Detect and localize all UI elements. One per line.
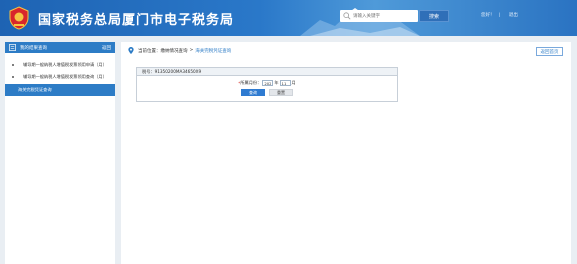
date-row: * 所属月份 ： 年 月 — [137, 80, 397, 86]
breadcrumb-prefix: 当前位置： — [138, 48, 161, 54]
search-icon — [343, 12, 351, 20]
date-label: 所属月份 — [240, 80, 258, 85]
tax-id-label: 税号：91350200MA34650X9 — [137, 68, 397, 76]
location-pin-icon — [128, 47, 134, 54]
bullet-icon — [12, 76, 14, 78]
exit-link[interactable]: 退出 — [509, 13, 518, 18]
back-home-button[interactable]: 返回首页 — [536, 47, 563, 56]
sidebar-item-label: 海关完税凭证查询 — [18, 87, 52, 92]
sidebar: 我的结果查询 返回 辅导期一般纳税人增值税发票领用申请（月） 辅导期一般纳税人增… — [5, 42, 115, 264]
query-button[interactable]: 查询 — [241, 89, 265, 96]
year-unit: 年 — [274, 80, 279, 85]
main-content: 当前位置： 缴纳情况查询 > 海关完税凭证查询 返回首页 税号：91350200… — [121, 42, 571, 264]
query-panel: 税号：91350200MA34650X9 * 所属月份 ： 年 月 查询 重置 — [136, 67, 398, 102]
sidebar-header: 我的结果查询 返回 — [5, 42, 115, 53]
sidebar-item-customs-tax-certificate[interactable]: 海关完税凭证查询 — [5, 84, 115, 96]
breadcrumb-current: 海关完税凭证查询 — [195, 48, 232, 54]
button-row: 查询 重置 — [137, 89, 397, 96]
breadcrumb-parent[interactable]: 缴纳情况查询 — [161, 48, 188, 54]
top-header: 国家税务总局厦门市电子税务局 搜索 您好！ | 退出 — [0, 0, 577, 36]
year-input[interactable] — [262, 80, 274, 86]
sidebar-title: 我的结果查询 — [20, 45, 47, 51]
sidebar-item-label: 辅导期一般纳税人增值税发票领用查询（月） — [23, 74, 107, 79]
list-icon — [9, 44, 16, 51]
sidebar-item-label: 辅导期一般纳税人增值税发票领用申请（月） — [23, 62, 107, 67]
date-colon: ： — [257, 80, 262, 85]
sidebar-back-link[interactable]: 返回 — [102, 45, 111, 51]
breadcrumb: 当前位置： 缴纳情况查询 > 海关完税凭证查询 — [128, 47, 231, 54]
user-separator: | — [498, 13, 501, 18]
breadcrumb-separator: > — [189, 48, 194, 53]
sidebar-item-query[interactable]: 辅导期一般纳税人增值税发票领用查询（月） — [5, 71, 115, 83]
tax-bureau-emblem-icon — [9, 6, 29, 30]
user-greeting: 您好！ — [481, 13, 495, 18]
search-button[interactable]: 搜索 — [419, 10, 449, 22]
month-unit: 月 — [291, 80, 296, 85]
search-input[interactable] — [351, 11, 411, 21]
user-info: 您好！ | 退出 — [481, 12, 518, 18]
bullet-icon — [12, 64, 14, 66]
sidebar-item-apply[interactable]: 辅导期一般纳税人增值税发票领用申请（月） — [5, 59, 115, 71]
reset-button[interactable]: 重置 — [269, 89, 293, 96]
month-input[interactable] — [279, 80, 291, 86]
site-title: 国家税务总局厦门市电子税务局 — [38, 13, 235, 28]
search-box — [340, 10, 418, 22]
